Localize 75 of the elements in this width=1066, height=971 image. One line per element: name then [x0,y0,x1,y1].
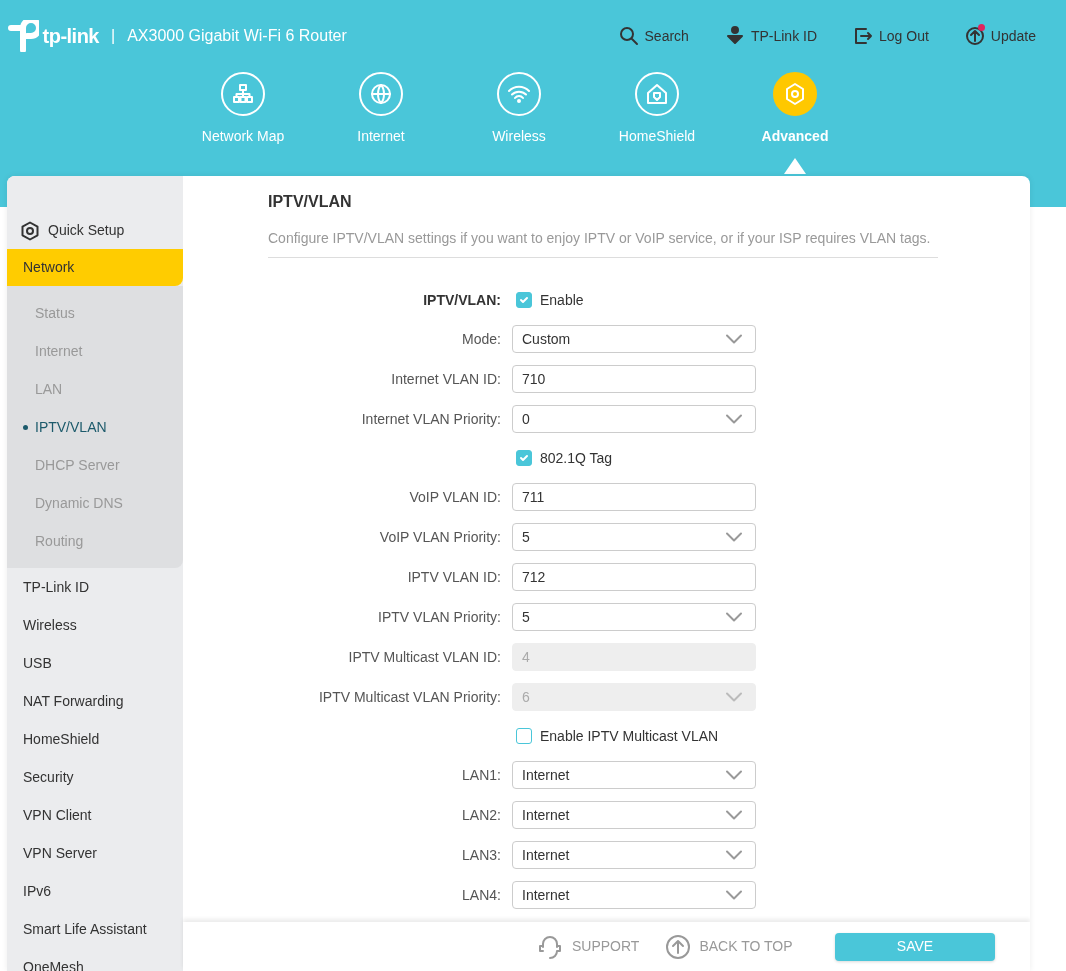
field-label: LAN2: [461,805,502,825]
sidebar-item[interactable]: NAT Forwarding [7,682,183,720]
select-field[interactable]: Custom [512,325,756,353]
chevron-down-icon [725,849,743,861]
select-field[interactable]: Internet [512,841,756,869]
shield-house-icon [645,82,669,106]
sidebar-item[interactable]: Smart Life Assistant [7,910,183,948]
search-link[interactable]: Search [618,25,689,47]
logo-icon [7,20,39,52]
chevron-down-icon [725,413,743,425]
globe-icon [369,82,393,106]
field-label: IPTV VLAN ID: [406,567,502,587]
logo-text: tp-link [42,24,99,49]
field-label: LAN4: [461,885,502,905]
input-field[interactable]: 710 [512,365,756,393]
section-description: Configure IPTV/VLAN settings if you want to enjoy IPTV or VoIP service, or if your ISP requires VLAN tags. [268,228,938,258]
select-field[interactable]: 5 [512,523,756,551]
field-label: IPTV/VLAN: [422,290,502,310]
sidebar-item[interactable]: Security [7,758,183,796]
chevron-down-icon [725,769,743,781]
input-field[interactable]: 711 [512,483,756,511]
select-field[interactable]: 0 [512,405,756,433]
field-label: Internet VLAN Priority: [360,409,502,429]
sidebar-item[interactable]: OneMesh [7,948,183,971]
chevron-down-icon [725,809,743,821]
divider-text: | [111,26,116,46]
chevron-down-icon [725,333,743,345]
sidebar-item[interactable]: Quick Setup [7,212,183,249]
check-icon [519,295,529,305]
product-name: AX3000 Gigabit Wi-Fi 6 Router [127,26,347,46]
update-link[interactable]: Update [964,25,1036,47]
select-field[interactable]: Internet [512,761,756,789]
chevron-down-icon [725,889,743,901]
exit-icon [853,26,873,46]
field-label: VoIP VLAN ID: [408,487,502,507]
select-field[interactable]: 5 [512,603,756,631]
gear-icon [783,82,807,106]
field-label: LAN1: [461,765,502,785]
select-field[interactable]: Internet [512,801,756,829]
chevron-down-icon [725,531,743,543]
headset-icon [536,933,564,960]
section-title: IPTV/VLAN [268,192,353,212]
sidebar-item[interactable]: Network [7,249,183,286]
field-label: IPTV Multicast VLAN Priority: [317,687,502,707]
gear-icon [20,220,40,241]
submenu-item[interactable]: IPTV/VLAN [7,408,183,446]
person-icon [724,26,745,46]
checkbox[interactable]: Enable [516,289,584,311]
sidebar-item[interactable]: HomeShield [7,720,183,758]
sidebar-item[interactable]: VPN Server [7,834,183,872]
field-label: VoIP VLAN Priority: [378,527,502,547]
bullet-dot [23,425,28,430]
sidebar-item[interactable]: USB [7,644,183,682]
field-label: Mode: [461,329,502,349]
chevron-down-icon [725,611,743,623]
sidebar-item[interactable]: VPN Client [7,796,183,834]
chevron-down-icon [725,691,743,703]
sidebar-item[interactable]: IPv6 [7,872,183,910]
logout-link[interactable]: Log Out [853,25,929,47]
checkbox[interactable]: 802.1Q Tag [516,447,613,469]
select-field[interactable]: Internet [512,881,756,909]
input-field[interactable]: 712 [512,563,756,591]
upload-icon [964,26,985,46]
field-label: IPTV VLAN Priority: [377,607,502,627]
check-icon [519,453,529,463]
network-map-icon [231,82,255,106]
arrow-up-circle-icon [665,933,692,960]
sidebar-item[interactable]: Wireless [7,606,183,644]
sidebar-item[interactable]: TP-Link ID [7,568,183,606]
field-label: IPTV Multicast VLAN ID: [347,647,502,667]
search-icon [618,26,639,46]
field-label: LAN3: [461,845,502,865]
account-link[interactable]: TP-Link ID [724,25,817,47]
checkbox[interactable]: Enable IPTV Multicast VLAN [516,725,719,747]
field-label: Internet VLAN ID: [390,369,502,389]
